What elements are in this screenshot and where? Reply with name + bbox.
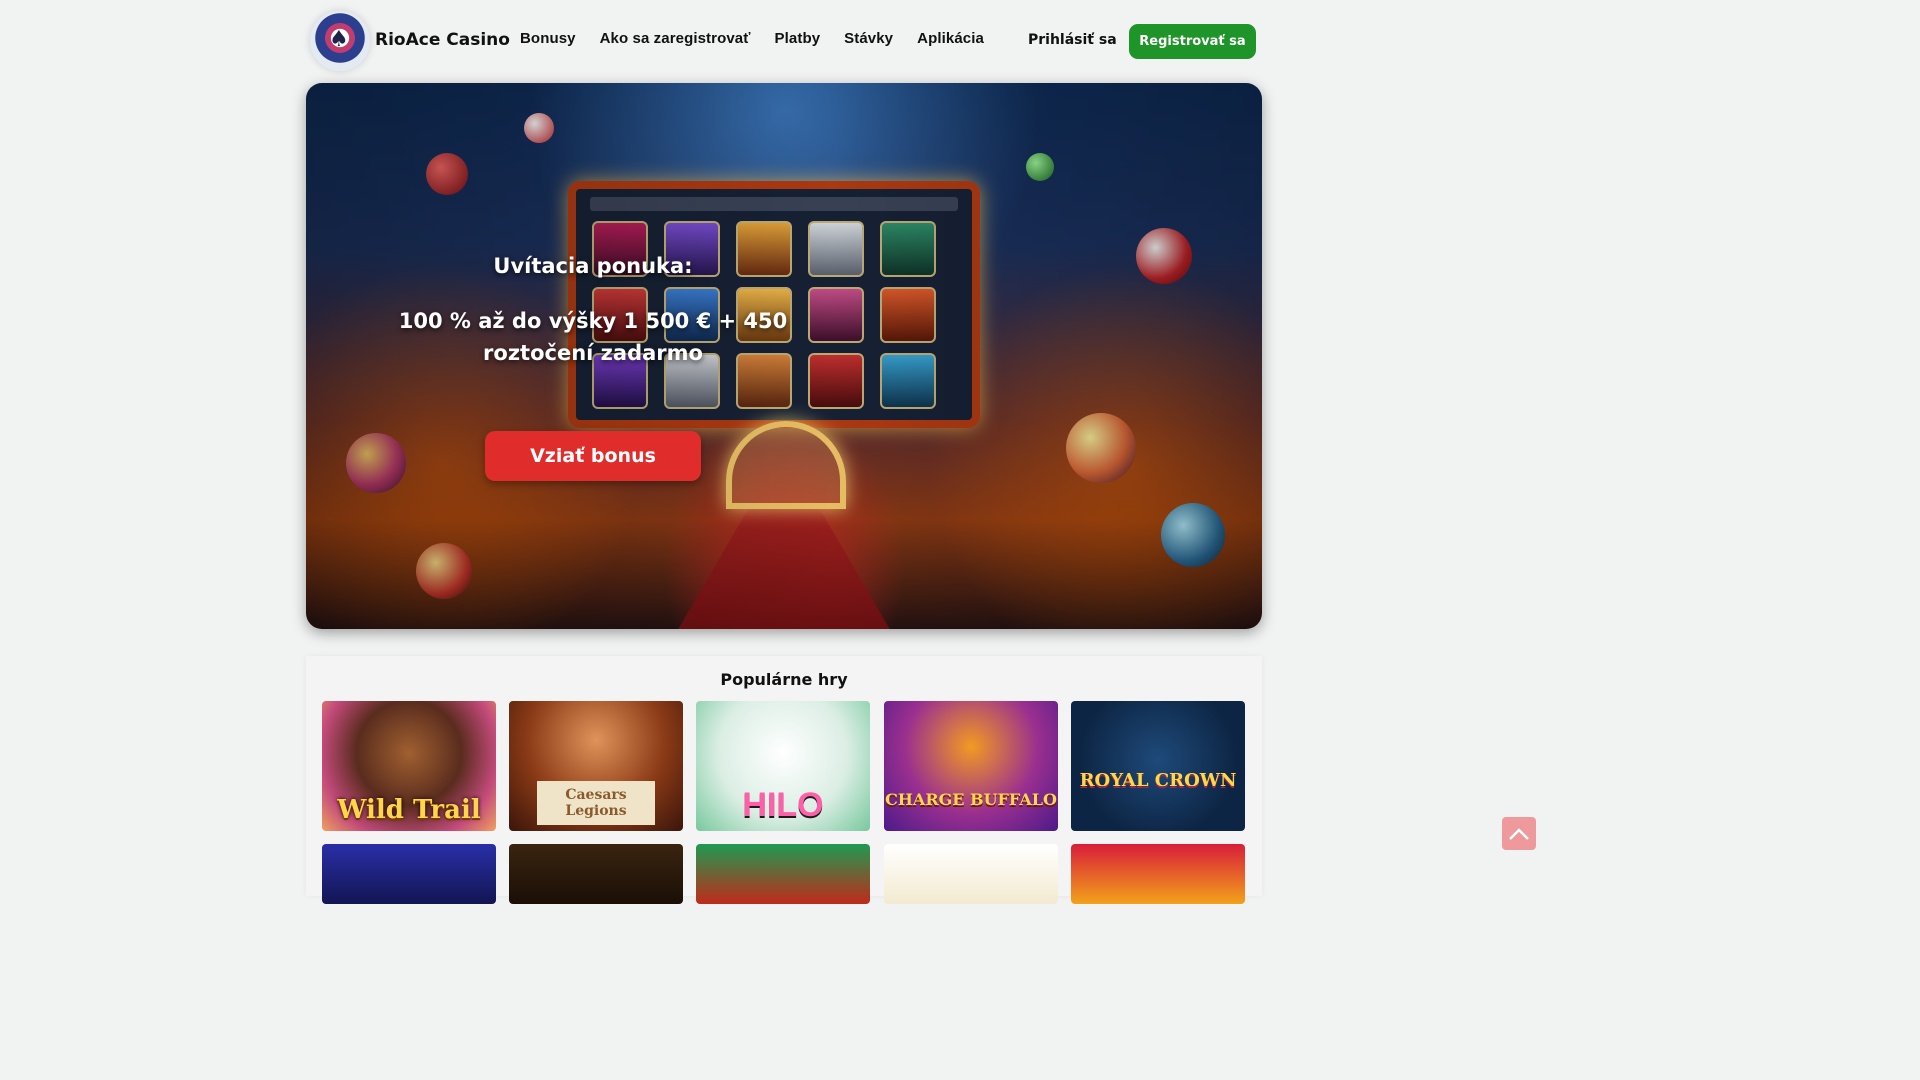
game-tile[interactable] <box>322 844 496 904</box>
game-tile[interactable] <box>696 844 870 904</box>
game-tile[interactable] <box>1071 844 1245 904</box>
nav-betting[interactable]: Stávky <box>844 30 893 47</box>
nav-how-to-register[interactable]: Ako sa zaregistrovať <box>600 30 751 47</box>
register-button[interactable]: Registrovať sa <box>1129 24 1256 59</box>
game-tile-royal-crown[interactable]: ROYAL CROWN <box>1071 701 1245 831</box>
site-header: ♠ RioAce Casino Bonusy Ako sa zaregistro… <box>306 0 1262 82</box>
hero-title: Uvítacia ponuka: <box>493 254 693 278</box>
game-title: Wild Trail <box>337 795 481 825</box>
game-title: Caesars Legions <box>537 781 655 825</box>
claim-bonus-button[interactable]: Vziať bonus <box>485 431 701 481</box>
game-title: ROYAL CROWN <box>1079 770 1237 791</box>
hero-banner: Uvítacia ponuka: 100 % až do výšky 1 500… <box>306 83 1262 629</box>
logo-icon[interactable]: ♠ <box>310 11 370 71</box>
game-tile-wild-trail[interactable]: Wild Trail <box>322 701 496 831</box>
game-tile-hilo-meow[interactable]: HILO <box>696 701 870 831</box>
main-nav: Bonusy Ako sa zaregistrovať Platby Stávk… <box>520 30 1008 47</box>
game-tile-caesars-legions[interactable]: Caesars Legions <box>509 701 683 831</box>
section-title: Populárne hry <box>720 670 848 689</box>
login-button[interactable]: Prihlásiť sa <box>1028 32 1117 48</box>
chevron-up-icon <box>1509 827 1529 840</box>
popular-games-section: Populárne hry Wild Trail Caesars Legions… <box>306 656 1262 904</box>
nav-app[interactable]: Aplikácia <box>917 30 984 47</box>
game-tile[interactable] <box>884 844 1058 904</box>
scroll-to-top-button[interactable] <box>1502 817 1536 850</box>
nav-bonuses[interactable]: Bonusy <box>520 30 576 47</box>
nav-payments[interactable]: Platby <box>775 30 821 47</box>
brand-name[interactable]: RioAce Casino <box>375 30 510 50</box>
hero-offer-text: 100 % až do výšky 1 500 € + 450 roztočen… <box>398 309 788 365</box>
game-title: HILO <box>742 786 824 824</box>
game-title: CHARGE BUFFALO <box>885 790 1057 809</box>
game-tile[interactable] <box>509 844 683 904</box>
game-tile-charge-buffalo[interactable]: CHARGE BUFFALO <box>884 701 1058 831</box>
